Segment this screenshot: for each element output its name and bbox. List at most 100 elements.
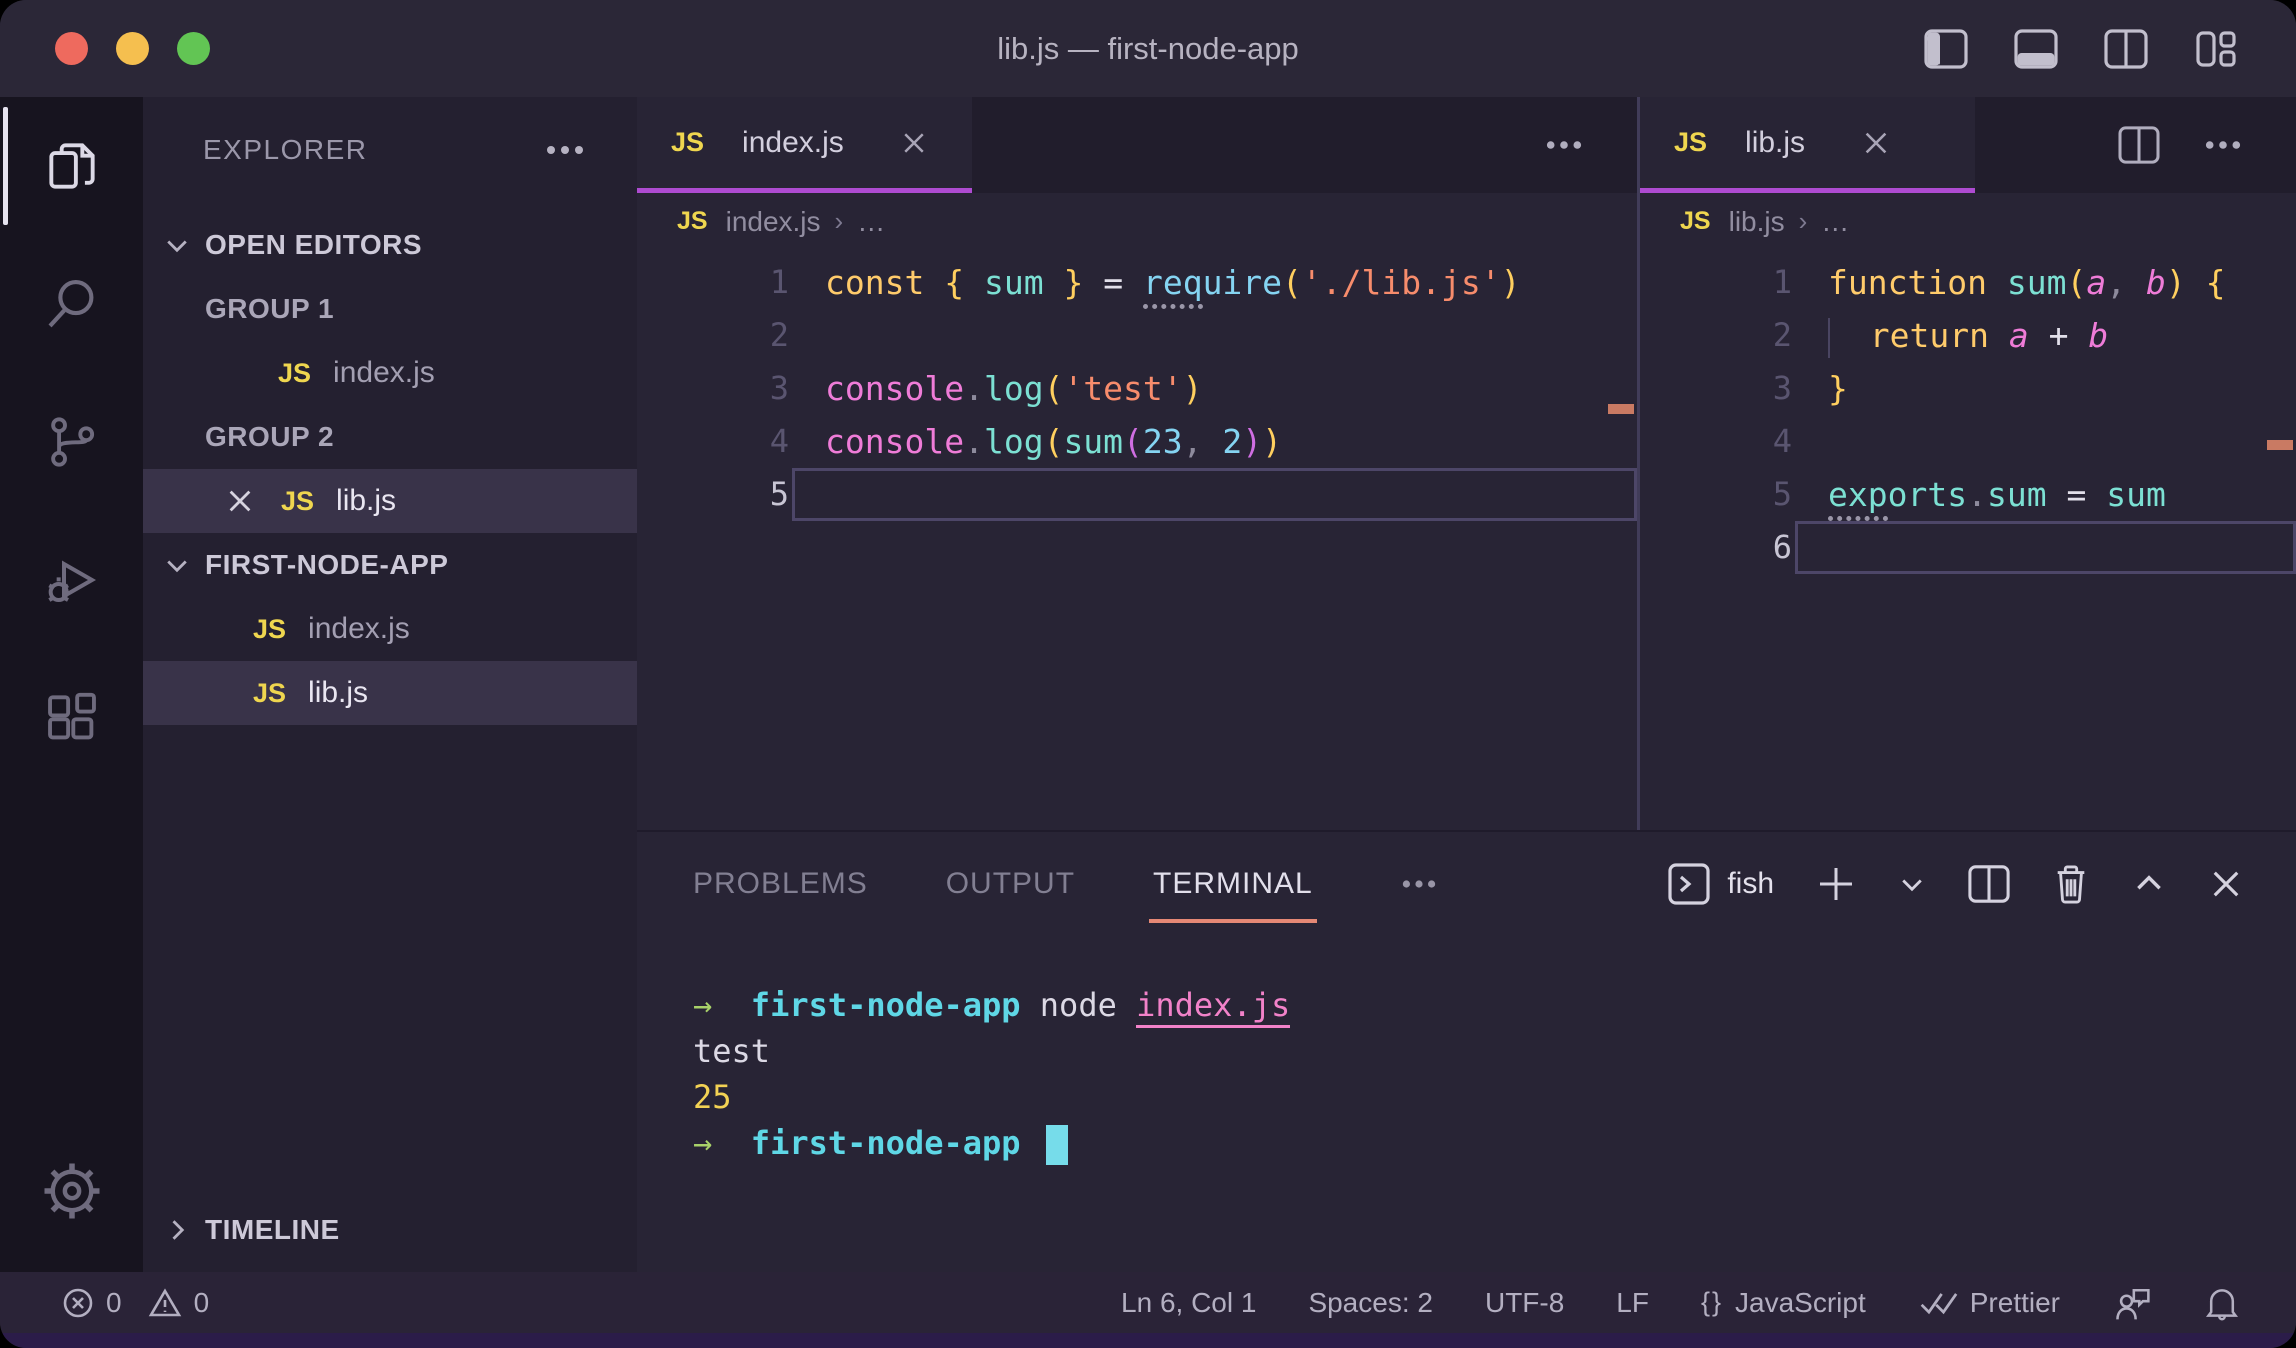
tab-index-js[interactable]: JS index.js (637, 97, 972, 193)
editor-more-actions-icon[interactable] (2204, 139, 2242, 151)
search-icon[interactable] (0, 235, 143, 373)
editor-group-1-label: GROUP 1 (143, 277, 637, 341)
maximize-panel-icon[interactable] (2132, 867, 2166, 901)
breadcrumb-symbol[interactable]: … (857, 206, 885, 238)
chevron-right-icon: › (835, 206, 844, 237)
notifications-bell-icon[interactable] (2204, 1283, 2240, 1323)
traffic-lights (55, 32, 210, 65)
code-line: 4console.log(sum(23, 2)) (637, 415, 1637, 468)
folder-section[interactable]: FIRST-NODE-APP (143, 533, 637, 597)
source-control-icon[interactable] (0, 373, 143, 511)
code-line: 1function sum(a, b) { (1640, 256, 2296, 309)
feedback-icon[interactable] (2112, 1284, 2152, 1322)
title-bar: lib.js — first-node-app (0, 0, 2296, 97)
terminal-line: test (693, 1028, 2296, 1074)
run-debug-icon[interactable] (0, 511, 143, 649)
tree-file-index-js[interactable]: JS index.js (143, 597, 637, 661)
language-mode[interactable]: {} JavaScript (1701, 1287, 1866, 1319)
line-number: 4 (637, 415, 789, 468)
line-number: 3 (637, 362, 789, 415)
chevron-right-icon: › (1799, 206, 1808, 237)
terminal-line: 25 (693, 1074, 2296, 1120)
terminal-cursor (1046, 1125, 1068, 1165)
timeline-section[interactable]: TIMELINE (143, 1198, 637, 1262)
js-file-icon: JS (1680, 207, 1711, 236)
tab-terminal[interactable]: TERMINAL (1153, 867, 1313, 901)
line-number: 2 (637, 309, 789, 362)
zoom-window-button[interactable] (177, 32, 210, 65)
settings-gear-icon[interactable] (0, 1122, 143, 1260)
terminal-icon (1667, 862, 1711, 906)
modified-line-marker (1608, 404, 1634, 414)
eol-sequence[interactable]: LF (1616, 1287, 1649, 1319)
editor-group-2: JS lib.js (1640, 97, 2296, 830)
line-number: 4 (1640, 415, 1792, 468)
split-editor-icon[interactable] (2118, 126, 2160, 164)
tab-output[interactable]: OUTPUT (946, 867, 1075, 901)
split-editor-layout-icon[interactable] (2104, 29, 2148, 69)
modified-line-marker (2267, 440, 2293, 450)
open-editor-index-js[interactable]: JS index.js (143, 341, 637, 405)
code-line: 3} (1640, 362, 2296, 415)
line-number: 3 (1640, 362, 1792, 415)
close-editor-icon[interactable] (225, 486, 255, 516)
problems-status[interactable]: 0 0 (62, 1287, 209, 1319)
breadcrumb: JS lib.js › … (1640, 193, 2296, 250)
toggle-panel-icon[interactable] (2014, 29, 2058, 69)
tab-lib-js[interactable]: JS lib.js (1640, 97, 1975, 193)
open-editors-section[interactable]: OPEN EDITORS (143, 213, 637, 277)
explorer-icon[interactable] (0, 97, 143, 235)
code-line: 6 (1640, 521, 2296, 574)
breadcrumb-file[interactable]: index.js (726, 206, 821, 238)
explorer-more-actions-icon[interactable] (545, 144, 585, 156)
split-terminal-icon[interactable] (1968, 864, 2010, 904)
vscode-window: lib.js — first-node-app (0, 0, 2296, 1348)
code-line: 4 (1640, 415, 2296, 468)
js-file-icon: JS (253, 678, 286, 709)
extensions-icon[interactable] (0, 649, 143, 787)
desktop-strip (0, 1333, 2296, 1348)
close-tab-icon[interactable] (900, 129, 928, 157)
code-line: 2 (637, 309, 1637, 362)
terminal-instance-picker[interactable]: fish (1667, 862, 1774, 906)
editor-group-1: JS index.js JS (637, 97, 1637, 830)
encoding[interactable]: UTF-8 (1485, 1287, 1564, 1319)
error-icon (62, 1287, 94, 1319)
kill-terminal-icon[interactable] (2052, 863, 2090, 905)
js-file-icon: JS (1674, 127, 1707, 158)
line-number: 5 (637, 468, 789, 521)
code-editor-index-js[interactable]: 1const { sum } = require('./lib.js')23co… (637, 250, 1637, 830)
tab-bar: JS index.js (637, 97, 1637, 193)
panel-more-tabs-icon[interactable] (1401, 878, 1437, 890)
code-line: 3console.log('test') (637, 362, 1637, 415)
minimize-window-button[interactable] (116, 32, 149, 65)
tree-file-lib-js[interactable]: JS lib.js (143, 661, 637, 725)
line-number: 5 (1640, 468, 1792, 521)
close-panel-icon[interactable] (2208, 866, 2244, 902)
tab-problems[interactable]: PROBLEMS (693, 867, 868, 901)
customize-layout-icon[interactable] (2194, 29, 2238, 69)
breadcrumb-file[interactable]: lib.js (1729, 206, 1785, 238)
activity-bar (0, 97, 143, 1272)
terminal-dropdown-icon[interactable] (1898, 870, 1926, 898)
open-editor-lib-js[interactable]: JS lib.js (143, 469, 637, 533)
close-tab-icon[interactable] (1861, 128, 1891, 158)
code-editor-lib-js[interactable]: 1function sum(a, b) {2 return a + b3}45e… (1640, 250, 2296, 830)
breadcrumb: JS index.js › … (637, 193, 1637, 250)
formatter-status[interactable]: Prettier (1918, 1287, 2060, 1319)
close-window-button[interactable] (55, 32, 88, 65)
terminal-line: → first-node-app (693, 1120, 2296, 1166)
indentation[interactable]: Spaces: 2 (1308, 1287, 1433, 1319)
chevron-down-icon (163, 231, 191, 259)
cursor-position[interactable]: Ln 6, Col 1 (1121, 1287, 1256, 1319)
code-line: 5exports.sum = sum (1640, 468, 2296, 521)
js-file-icon: JS (281, 486, 314, 517)
code-line: 5 (637, 468, 1637, 521)
new-terminal-icon[interactable] (1816, 864, 1856, 904)
terminal-output[interactable]: → first-node-app node index.jstest25→ fi… (637, 936, 2296, 1272)
editor-more-actions-icon[interactable] (1545, 139, 1583, 151)
toggle-sidebar-icon[interactable] (1924, 29, 1968, 69)
breadcrumb-symbol[interactable]: … (1821, 206, 1849, 238)
js-file-icon: JS (278, 358, 311, 389)
sidebar-title: EXPLORER (203, 134, 368, 166)
